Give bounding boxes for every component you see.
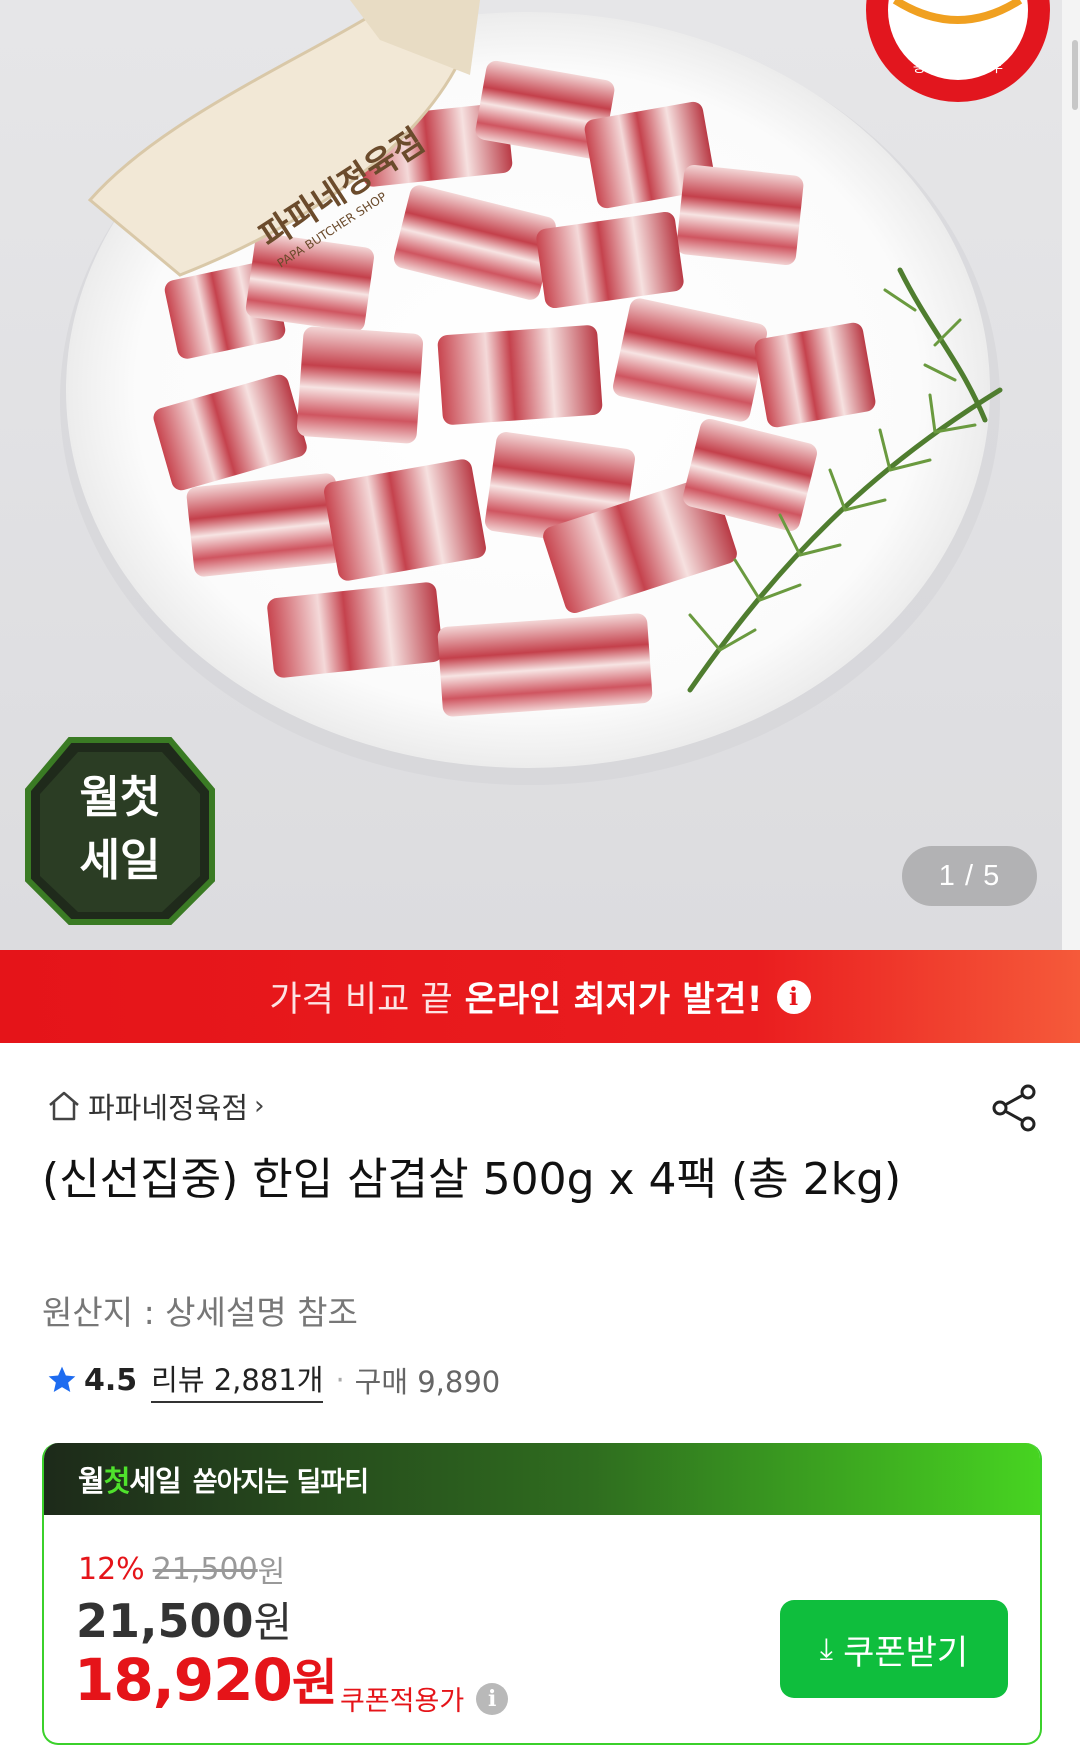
discount-percent: 12% [78,1551,145,1587]
sale-price: 21,500원 [76,1589,292,1650]
product-title: (신선집중) 한입 삼겹살 500g x 4팩 (총 2kg) [42,1154,902,1205]
purchase-count: 구매 9,890 [354,1365,501,1399]
star-icon [48,1366,76,1392]
hero-edge [1062,0,1080,950]
svg-text:세일: 세일 [80,835,161,886]
origin-info: 원산지 : 상세설명 참조 [42,1293,358,1332]
store-name: 파파네정육점 [88,1091,249,1125]
review-count-link[interactable]: 리뷰 2,881개 [151,1357,324,1403]
deal-tagline: 쏟아지는 딜파티 [192,1466,369,1498]
info-icon[interactable]: i [776,979,811,1014]
sale-price-unit: 원 [253,1598,293,1647]
coupon-price: 18,920원 [74,1643,338,1715]
coupon-price-value: 18,920 [74,1646,293,1714]
original-price: 21,500 [152,1551,258,1587]
separator-dot: · [335,1363,345,1397]
deal-brand-b: 첫 [103,1464,131,1498]
product-image-carousel[interactable]: 파파네정육점 PAPA BUTCHER SHOP 농림축산식품부 월첫 세일 1… [0,0,1080,950]
sale-price-value: 21,500 [76,1594,254,1648]
coupon-button-label: 쿠폰받기 [843,1632,969,1673]
coupon-price-unit: 원 [291,1654,338,1712]
rating-row: 4.5 리뷰 2,881개 · 구매 9,890 [46,1357,501,1403]
certification-seal-icon: 농림축산식품부 [866,0,1050,102]
info-icon[interactable]: i [476,1682,509,1715]
slide-counter: 1 / 5 [902,846,1037,906]
monthly-sale-badge-icon: 월첫 세일 [25,737,215,925]
coupon-applied-label: 쿠폰적용가 i [340,1679,509,1718]
rating-value: 4.5 [84,1362,138,1398]
home-icon [49,1091,79,1121]
deal-brand-c: 세일 [129,1464,181,1498]
share-icon[interactable] [990,1082,1038,1134]
svg-text:농림축산식품부: 농림축산식품부 [913,60,1003,76]
product-photo: 파파네정육점 PAPA BUTCHER SHOP 농림축산식품부 월첫 세일 [25,0,1050,925]
download-icon: ⤓ [819,1631,834,1667]
discount-row: 12% 21,500 원 [78,1547,285,1591]
banner-light-text: 가격 비교 끝 [269,980,453,1020]
deal-header: 월 첫 세일 쏟아지는 딜파티 [44,1443,1040,1515]
coupon-label-text: 쿠폰적용가 [340,1686,465,1717]
get-coupon-button[interactable]: ⤓ 쿠폰받기 [780,1600,1008,1698]
banner-bold-text: 온라인 최저가 발견! [464,980,763,1020]
deal-brand-a: 월 [78,1464,105,1498]
svg-text:월첫: 월첫 [80,772,161,823]
deal-box: 월 첫 세일 쏟아지는 딜파티 12% 21,500 원 21,500원 18,920… [42,1443,1042,1745]
chevron-right-icon: › [254,1091,265,1121]
lowest-price-banner[interactable]: 가격 비교 끝 온라인 최저가 발견! i [0,950,1080,1043]
original-price-unit: 원 [257,1555,286,1590]
scrollbar[interactable] [1072,40,1078,110]
store-link[interactable]: 파파네정육점 › [46,1086,265,1126]
